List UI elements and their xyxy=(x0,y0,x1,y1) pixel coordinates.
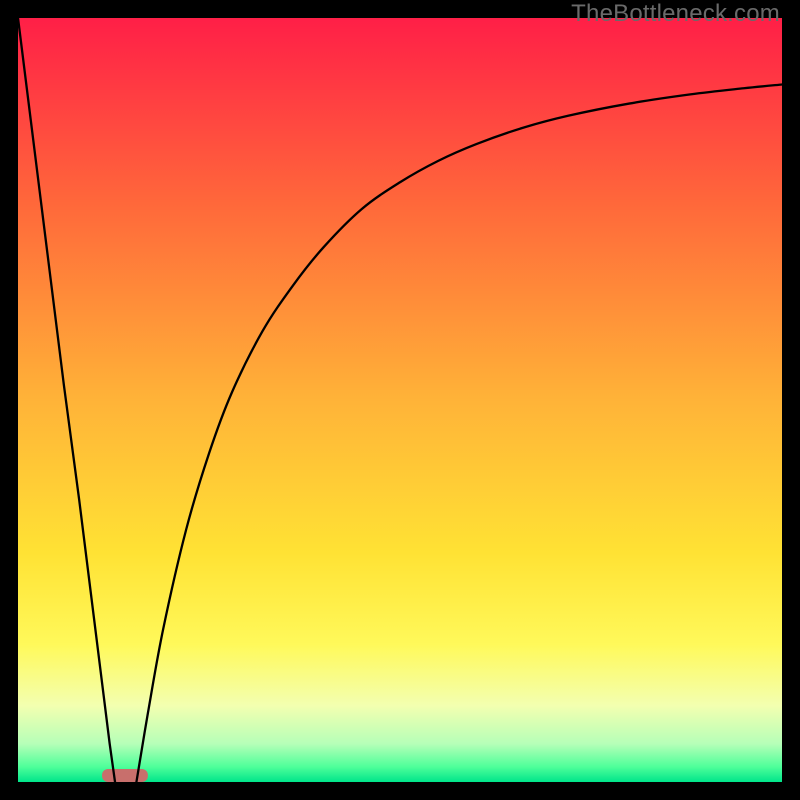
watermark-text: TheBottleneck.com xyxy=(571,0,780,28)
chart-frame: TheBottleneck.com xyxy=(0,0,800,800)
bottleneck-chart xyxy=(18,18,782,782)
chart-background xyxy=(18,18,782,782)
optimum-marker xyxy=(102,769,148,782)
